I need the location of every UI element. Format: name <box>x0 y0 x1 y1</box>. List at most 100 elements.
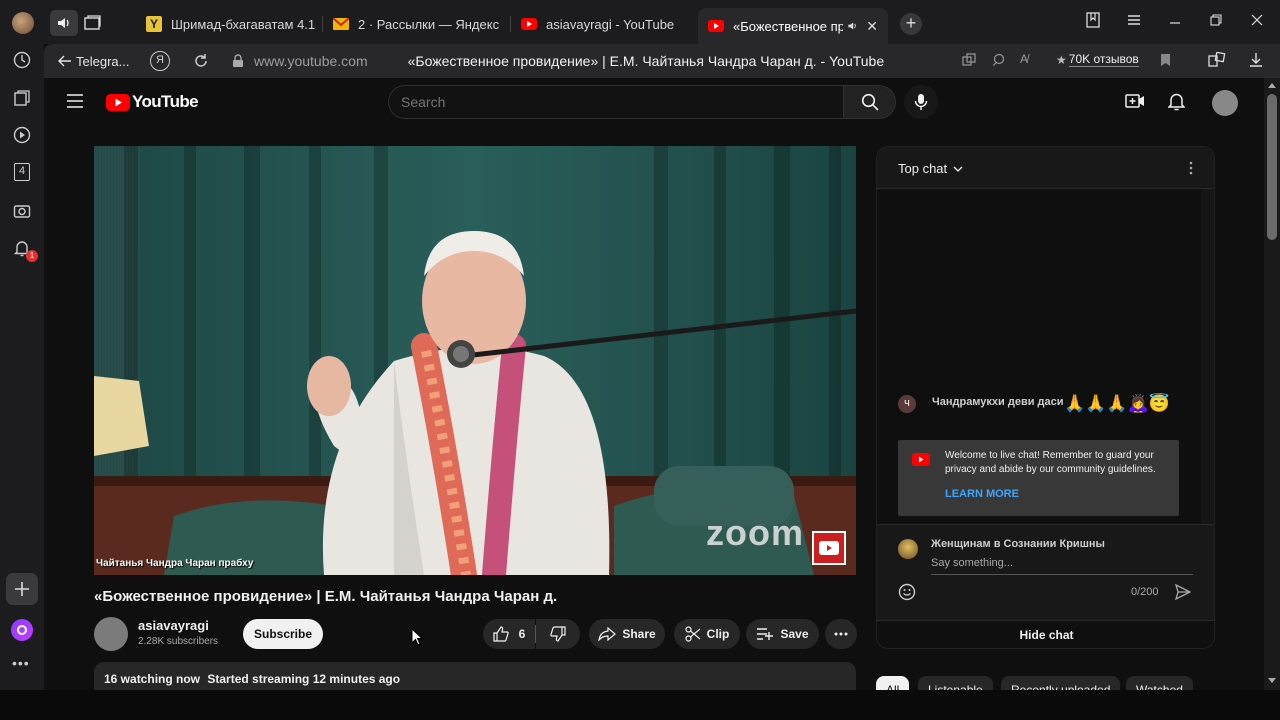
tab-audio-toggle[interactable] <box>50 10 78 36</box>
learn-more-link[interactable]: LEARN MORE <box>945 488 1019 500</box>
dislike-button[interactable] <box>536 619 580 649</box>
video-frame <box>94 146 856 575</box>
save-button[interactable]: Save <box>746 619 819 649</box>
add-panel-button[interactable] <box>6 573 38 605</box>
clip-button[interactable]: Clip <box>674 619 740 649</box>
restore-button[interactable] <box>1206 12 1226 32</box>
channel-avatar[interactable] <box>94 617 128 651</box>
history-icon[interactable] <box>12 50 32 70</box>
profile-avatar[interactable] <box>12 12 34 34</box>
page-title-in-address: «Божественное провидение» | Е.М. Чайтань… <box>407 53 885 69</box>
like-button[interactable]: 6 <box>483 619 535 649</box>
speaker-icon[interactable] <box>847 20 858 32</box>
description-box[interactable]: 16 watching now Started streaming 12 min… <box>94 662 856 690</box>
search-box[interactable] <box>388 85 844 119</box>
yandex-button[interactable]: Я <box>150 51 170 71</box>
hide-chat-button[interactable]: Hide chat <box>877 620 1214 648</box>
voice-search-button[interactable] <box>904 85 938 119</box>
extensions-button[interactable] <box>1208 51 1226 73</box>
video-player[interactable]: Чайтанья Чандра Чаран прабху zoom <box>94 146 856 575</box>
chat-input[interactable]: Say something... <box>931 557 1193 575</box>
share-button[interactable]: Share <box>589 619 665 649</box>
chat-header: Top chat <box>877 147 1214 189</box>
welcome-banner: Welcome to live chat! Remember to guard … <box>898 440 1179 516</box>
youtube-logo-icon <box>106 93 130 111</box>
close-tab-icon[interactable]: ✕ <box>866 18 878 35</box>
chat-menu-button[interactable] <box>1189 161 1193 180</box>
youtube-icon <box>912 453 930 466</box>
tab-4-active[interactable]: «Божественное про ✕ <box>698 8 888 44</box>
downloads-button[interactable] <box>1249 52 1263 73</box>
search-button[interactable] <box>844 85 896 119</box>
subscribe-button[interactable]: Subscribe <box>243 619 323 649</box>
download-icon <box>1250 53 1262 67</box>
playlist-add-icon <box>757 628 774 640</box>
create-button[interactable] <box>1125 93 1145 114</box>
reload-button[interactable] <box>192 52 210 70</box>
top-chat-dropdown[interactable]: Top chat <box>898 161 963 176</box>
chip-watched[interactable]: Watched <box>1126 676 1193 690</box>
bell-icon[interactable]: 1 <box>12 238 38 262</box>
youtube-logo[interactable]: YouTube <box>106 92 199 112</box>
more-dots-icon[interactable]: ••• <box>12 656 32 670</box>
collections-icon[interactable] <box>12 88 32 108</box>
create-video-icon <box>1125 94 1144 108</box>
new-tab-button[interactable]: + <box>900 13 922 35</box>
lock-icon <box>233 54 243 67</box>
alice-assistant-icon[interactable] <box>11 619 33 641</box>
browser-tab-bar: Y Шримад-бхагаватам 4.15. 2 · Рассылки —… <box>0 0 1280 44</box>
tab-3[interactable]: asiavayragi - YouTube <box>521 9 691 39</box>
speaker-icon <box>58 18 69 28</box>
channel-name[interactable]: asiavayragi <box>138 618 209 633</box>
share-icon <box>598 627 617 641</box>
bookmarks-panel-button[interactable] <box>1083 12 1103 32</box>
search-input[interactable] <box>401 92 831 112</box>
like-count: 6 <box>518 627 526 641</box>
tab-2[interactable]: 2 · Рассылки — Яндекс По <box>333 9 503 39</box>
address-bar-row: Telegra... Я www.youtube.com «Божественн… <box>44 44 1280 78</box>
send-button[interactable] <box>1174 583 1192 605</box>
more-actions-button[interactable] <box>825 619 857 649</box>
tab-1[interactable]: Y Шримад-бхагаватам 4.15. <box>146 9 316 39</box>
chat-scrollbar[interactable] <box>1201 189 1214 524</box>
send-icon <box>1174 583 1192 601</box>
tab-1-title: Шримад-бхагаватам 4.15. <box>171 16 316 32</box>
close-icon <box>1251 14 1263 26</box>
stream-stats: 16 watching now Started streaming 12 min… <box>104 672 400 686</box>
tab-count: 4 <box>14 163 30 181</box>
bookmark-button[interactable] <box>1160 53 1171 72</box>
menu-button[interactable] <box>1124 12 1144 32</box>
guide-menu-button[interactable] <box>67 94 83 113</box>
translate-page-button[interactable] <box>962 53 978 69</box>
screenshot-icon[interactable] <box>12 201 32 221</box>
bookmark-panel-icon <box>1086 12 1100 28</box>
chat-message-text: 🙏🙏🙏🙇‍♀️😇 <box>1064 394 1170 413</box>
notifications-button[interactable] <box>1167 92 1186 116</box>
video-title: «Божественное провидение» | Е.М. Чайтань… <box>94 588 558 605</box>
chip-recently-uploaded[interactable]: Recently uploaded <box>1001 676 1121 690</box>
back-button[interactable]: Telegra... <box>58 52 129 70</box>
minimize-button[interactable] <box>1165 12 1185 32</box>
tab-count-icon[interactable]: 4 <box>12 162 32 182</box>
address-field[interactable]: www.youtube.com «Божественное провидение… <box>226 48 956 74</box>
zoom-watermark: zoom <box>706 512 804 553</box>
scrollbar-thumb[interactable] <box>1267 94 1277 240</box>
more-horizontal-icon <box>834 632 848 636</box>
page-scrollbar[interactable] <box>1264 78 1280 690</box>
emoji-button[interactable] <box>898 583 916 606</box>
char-counter: 0/200 <box>1131 586 1159 598</box>
tabs-panel-button[interactable] <box>82 12 104 34</box>
search-page-button[interactable] <box>992 53 1008 69</box>
video-player-icon[interactable] <box>12 125 32 145</box>
tab-separator <box>322 16 323 32</box>
channel-watermark-icon[interactable] <box>812 531 846 565</box>
user-avatar[interactable] <box>1212 90 1238 116</box>
scroll-down-icon <box>1268 678 1276 683</box>
tab-2-title: 2 · Рассылки — Яндекс По <box>358 16 503 32</box>
translate-button[interactable]: A̸ <box>1020 52 1028 66</box>
chip-listenable[interactable]: Listenable <box>918 676 993 690</box>
tab-3-title: asiavayragi - YouTube <box>546 16 675 32</box>
close-window-button[interactable] <box>1247 12 1267 32</box>
reviews-badge[interactable]: ★ 70K отзывов <box>1056 52 1139 67</box>
chip-all[interactable]: All <box>876 676 910 690</box>
